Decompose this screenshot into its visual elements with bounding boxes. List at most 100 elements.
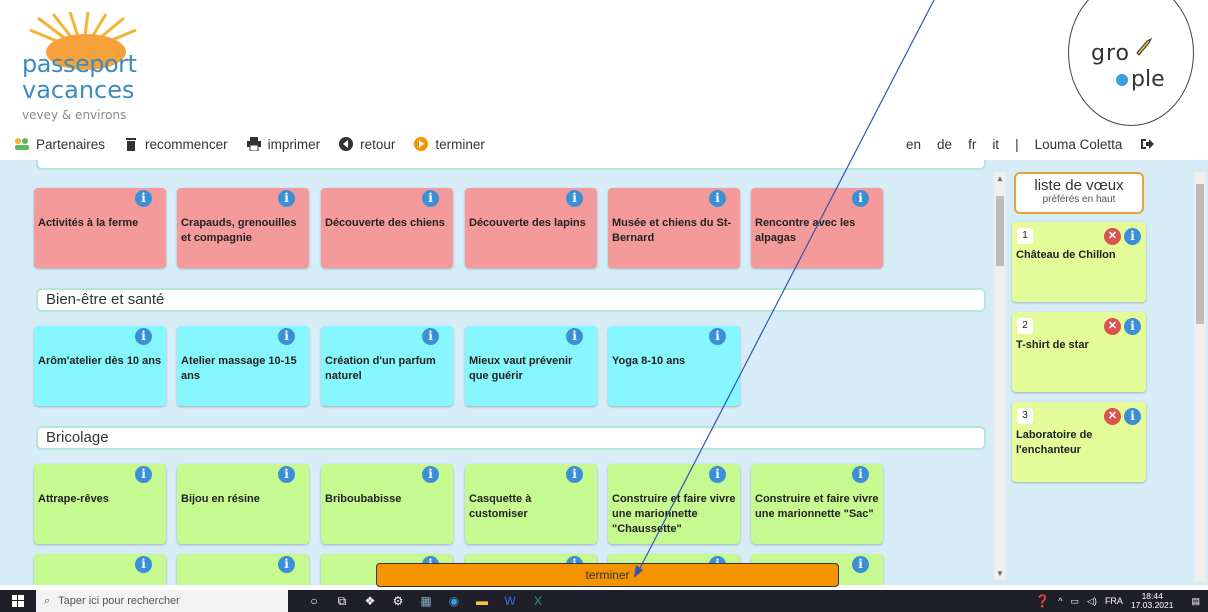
wishlist-item[interactable]: 1 ✕ i Château de Chillon	[1012, 222, 1146, 302]
lang-en[interactable]: en	[906, 137, 921, 152]
info-icon[interactable]: i	[709, 190, 726, 207]
info-icon[interactable]: i	[278, 466, 295, 483]
tray-chevron-icon[interactable]: ^	[1058, 596, 1062, 606]
terminer-button[interactable]: terminer	[376, 563, 839, 587]
user-name[interactable]: Louma Coletta	[1035, 137, 1123, 152]
info-icon[interactable]: i	[1124, 408, 1141, 425]
activity-card[interactable]: i Rencontre avec les alpagas	[751, 188, 883, 268]
page-scrollbar[interactable]	[1194, 172, 1206, 582]
scroll-up-icon[interactable]: ▲	[996, 174, 1004, 183]
remove-icon[interactable]: ✕	[1104, 318, 1121, 335]
activities-scrollbar[interactable]: ▲ ▼	[994, 172, 1006, 580]
activity-card[interactable]: i Découverte des chiens	[321, 188, 453, 268]
wishlist-item[interactable]: 3 ✕ i Laboratoire de l'enchanteur	[1012, 402, 1146, 482]
activity-card[interactable]: i	[177, 554, 309, 585]
remove-icon[interactable]: ✕	[1104, 228, 1121, 245]
info-icon[interactable]: i	[135, 190, 152, 207]
retour-label: retour	[360, 136, 396, 152]
calculator-icon[interactable]: ▦	[412, 590, 440, 612]
tray-language[interactable]: FRA	[1105, 596, 1123, 606]
task-view-icon[interactable]: ⧉	[328, 590, 356, 612]
passeport-vacances-logo[interactable]: passeport vacances vevey & environs	[18, 12, 138, 124]
logout-icon[interactable]	[1140, 138, 1155, 150]
windows-start-icon[interactable]	[0, 590, 36, 612]
info-icon[interactable]: i	[709, 466, 726, 483]
activity-card[interactable]: i Activités à la ferme	[34, 188, 166, 268]
imprimer-link[interactable]: imprimer	[246, 137, 320, 152]
activity-card[interactable]: i Casquette à customiser	[465, 464, 597, 544]
lang-it[interactable]: it	[992, 137, 999, 152]
info-icon[interactable]: i	[1124, 318, 1141, 335]
file-explorer-icon[interactable]: ▬	[468, 590, 496, 612]
activity-card[interactable]: i Construire et faire vivre une marionne…	[608, 464, 740, 544]
activity-title: Casquette à customiser	[469, 493, 532, 520]
info-icon[interactable]: i	[278, 556, 295, 573]
activity-card[interactable]: i Crapauds, grenouilles et compagnie	[177, 188, 309, 268]
wishlist-rank: 3	[1017, 408, 1033, 424]
info-icon[interactable]: i	[852, 190, 869, 207]
wishlist-item[interactable]: 2 ✕ i T-shirt de star	[1012, 312, 1146, 392]
scroll-thumb[interactable]	[996, 196, 1004, 266]
page-scroll-thumb[interactable]	[1196, 184, 1204, 324]
taskbar-search-placeholder: Taper ici pour rechercher	[58, 595, 180, 607]
info-icon[interactable]: i	[135, 556, 152, 573]
info-icon[interactable]: i	[422, 190, 439, 207]
section-title-bricolage: Bricolage	[36, 426, 986, 450]
info-icon[interactable]: i	[852, 466, 869, 483]
partenaires-link[interactable]: Partenaires	[14, 137, 105, 152]
settings-icon[interactable]: ⚙	[384, 590, 412, 612]
info-icon[interactable]: i	[709, 328, 726, 345]
retour-link[interactable]: retour	[338, 137, 395, 152]
lang-fr[interactable]: fr	[968, 137, 976, 152]
cortana-icon[interactable]: ○	[300, 590, 328, 612]
help-icon[interactable]: ❓	[1035, 594, 1050, 608]
info-icon[interactable]: i	[566, 190, 583, 207]
logo-text-location: vevey & environs	[22, 108, 127, 122]
info-icon[interactable]: i	[422, 466, 439, 483]
taskbar-search[interactable]: ⌕ Taper ici pour rechercher	[36, 590, 288, 612]
wishlist-item-title: Château de Chillon	[1016, 249, 1116, 261]
word-icon[interactable]: W	[496, 590, 524, 612]
activity-card[interactable]: i Bijou en résine	[177, 464, 309, 544]
activity-title: Mieux vaut prévenir que guérir	[469, 355, 573, 382]
activity-card[interactable]: i Construire et faire vivre une marionne…	[751, 464, 883, 544]
lang-de[interactable]: de	[937, 137, 952, 152]
activity-card[interactable]: i Attrape-rêves	[34, 464, 166, 544]
activity-title: Découverte des lapins	[469, 217, 586, 229]
info-icon[interactable]: i	[852, 556, 869, 573]
remove-icon[interactable]: ✕	[1104, 408, 1121, 425]
edge-icon[interactable]: ◉	[440, 590, 468, 612]
info-icon[interactable]: i	[135, 328, 152, 345]
info-icon[interactable]: i	[1124, 228, 1141, 245]
activity-card[interactable]: i Yoga 8-10 ans	[608, 326, 740, 406]
terminer-link[interactable]: terminer	[413, 137, 485, 152]
activity-card[interactable]: i	[34, 554, 166, 585]
activity-card[interactable]: i Découverte des lapins	[465, 188, 597, 268]
info-icon[interactable]: i	[135, 466, 152, 483]
activity-card[interactable]: i Briboubabisse	[321, 464, 453, 544]
dropbox-icon[interactable]: ❖	[356, 590, 384, 612]
activity-card[interactable]: i Musée et chiens du St-Bernard	[608, 188, 740, 268]
notification-icon[interactable]: ▤	[1191, 596, 1200, 607]
info-icon[interactable]: i	[278, 190, 295, 207]
section-bar-animaux	[36, 160, 986, 170]
activity-card[interactable]: i Mieux vaut prévenir que guérir	[465, 326, 597, 406]
activity-title: Musée et chiens du St-Bernard	[612, 217, 732, 244]
excel-icon[interactable]: X	[524, 590, 552, 612]
scroll-down-icon[interactable]: ▼	[996, 569, 1004, 578]
wishlist-item-title: T-shirt de star	[1016, 339, 1089, 351]
info-icon[interactable]: i	[566, 466, 583, 483]
info-icon[interactable]: i	[566, 328, 583, 345]
network-icon[interactable]: ▭	[1071, 596, 1080, 607]
recommencer-link[interactable]: recommencer	[123, 137, 228, 152]
info-icon[interactable]: i	[422, 328, 439, 345]
volume-icon[interactable]: ◁)	[1087, 596, 1097, 607]
groople-logo[interactable]: gro ple	[1068, 0, 1194, 126]
info-icon[interactable]: i	[278, 328, 295, 345]
activity-title: Rencontre avec les alpagas	[755, 217, 856, 244]
activity-card[interactable]: i Atelier massage 10-15 ans	[177, 326, 309, 406]
rocket-icon	[1136, 37, 1153, 56]
taskbar-clock[interactable]: 18:44 17.03.2021	[1131, 592, 1182, 610]
activity-card[interactable]: i Arôm'atelier dès 10 ans	[34, 326, 166, 406]
activity-card[interactable]: i Création d'un parfum naturel	[321, 326, 453, 406]
